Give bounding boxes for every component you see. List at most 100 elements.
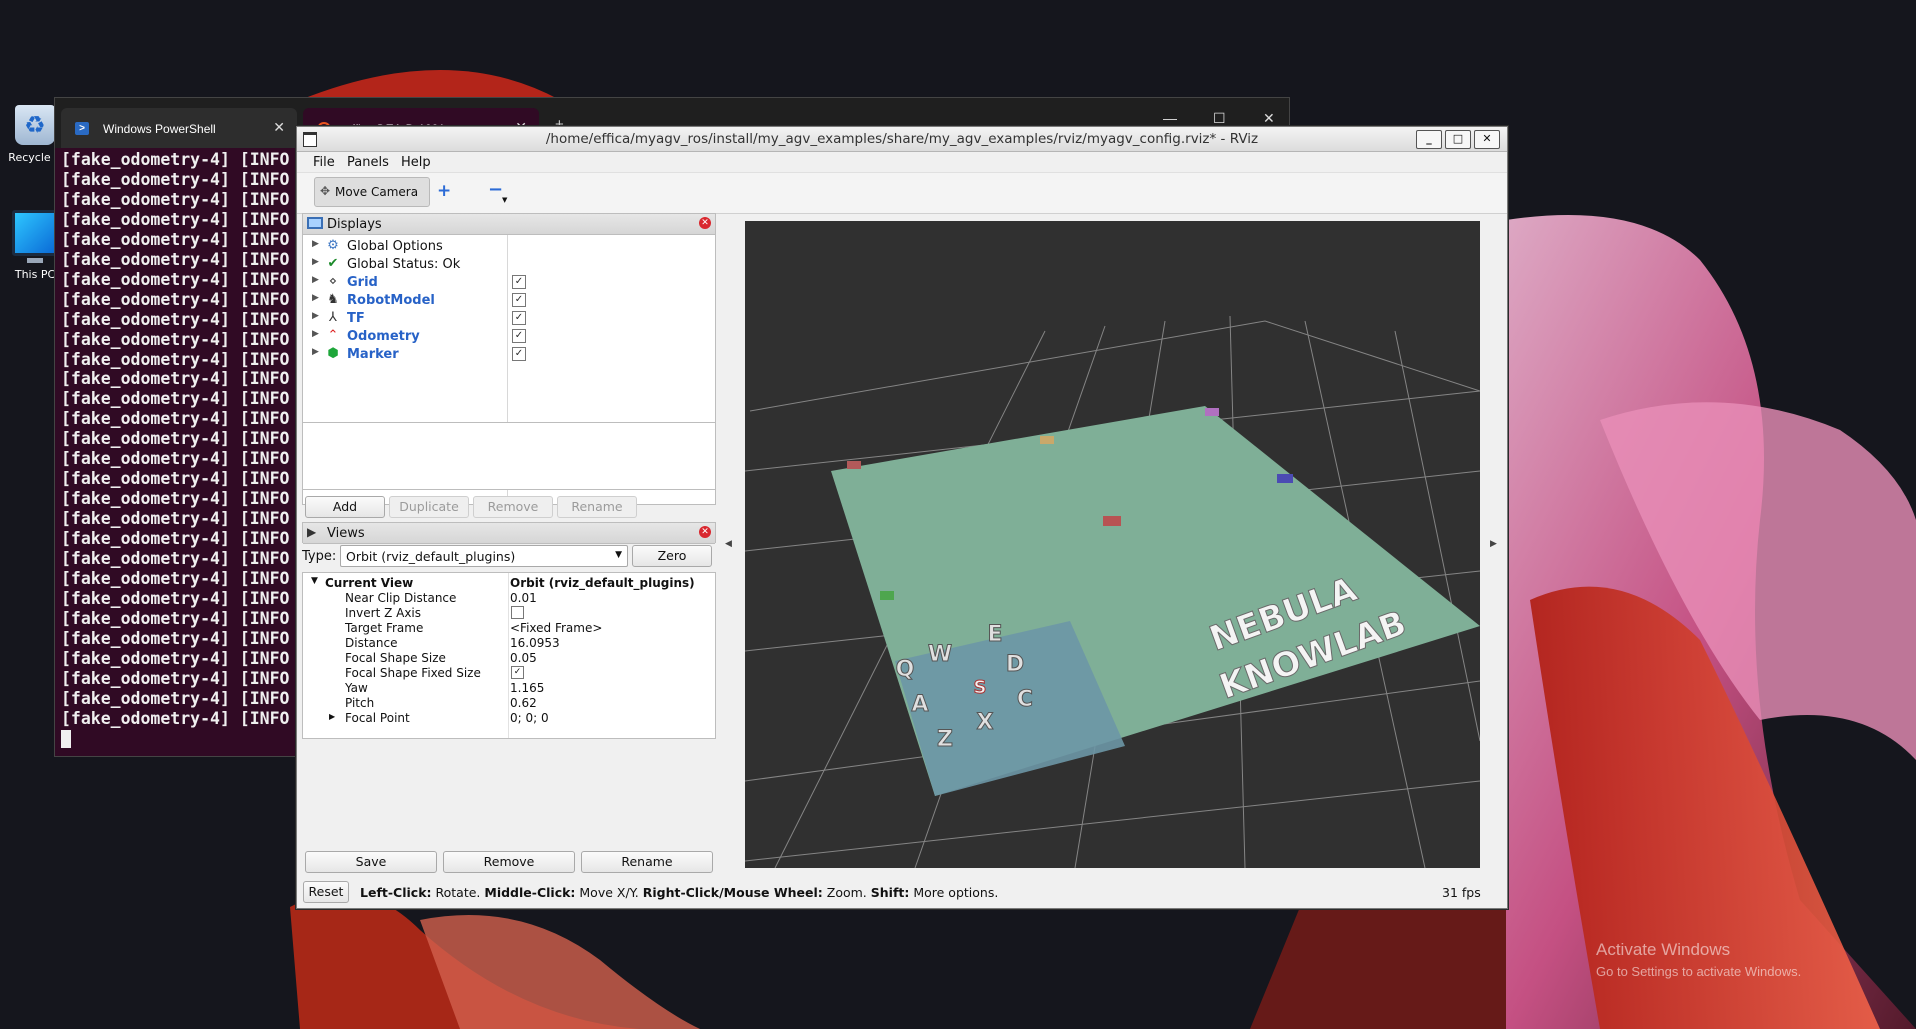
property-focal-point[interactable]: ▶ Focal Point 0; 0; 0 (303, 710, 713, 725)
rviz-close-button[interactable]: ✕ (1474, 130, 1500, 149)
menu-panels[interactable]: Panels (347, 155, 389, 170)
display-enabled-checkbox[interactable]: ✓ (512, 347, 526, 361)
invert-z-axis-checkbox[interactable] (511, 606, 524, 619)
activate-windows-title: Activate Windows (1596, 940, 1731, 959)
display-enabled-checkbox[interactable]: ✓ (512, 293, 526, 307)
move-camera-tool[interactable]: ✥ Move Camera (314, 177, 430, 207)
marker-a: A (911, 692, 928, 717)
property-near-clip-distance[interactable]: Near Clip Distance 0.01 (303, 590, 713, 605)
property-yaw[interactable]: Yaw 1.165 (303, 680, 713, 695)
marker-z: Z (937, 727, 953, 752)
property-value[interactable]: 0.01 (510, 591, 537, 605)
terminal-line: [fake_odometry-4] [INFO (61, 150, 290, 169)
add-display-button[interactable]: Add (305, 496, 385, 518)
view-type-select[interactable]: Orbit (rviz_default_plugins) ▼ (340, 545, 628, 567)
remove-tool-button[interactable]: − (488, 179, 503, 200)
terminal-line: [fake_odometry-4] [INFO (61, 569, 290, 589)
display-item-grid[interactable]: ▶ ⋄ Grid ✓ (303, 273, 713, 291)
property-value[interactable]: 16.0953 (510, 636, 560, 650)
terminal-line: [fake_odometry-4] [INFO (61, 549, 290, 569)
terminal-maximize-button[interactable]: ☐ (1213, 110, 1226, 127)
menu-help[interactable]: Help (401, 155, 431, 170)
save-view-button[interactable]: Save (305, 851, 437, 873)
expand-arrow-icon[interactable]: ▶ (329, 712, 335, 721)
remove-display-button[interactable]: Remove (473, 496, 553, 518)
expand-arrow-icon[interactable]: ▶ (312, 347, 319, 357)
rviz-maximize-button[interactable]: □ (1445, 130, 1471, 149)
property-value[interactable]: 0.05 (510, 651, 537, 665)
display-item-label: Odometry (347, 329, 420, 344)
expand-arrow-icon[interactable]: ▶ (312, 257, 319, 267)
display-item-odometry[interactable]: ▶ ⌃ Odometry ✓ (303, 327, 713, 345)
collapse-arrow-icon[interactable]: ▼ (311, 576, 318, 586)
property-target-frame[interactable]: Target Frame <Fixed Frame> (303, 620, 713, 635)
terminal-minimize-button[interactable]: — (1163, 110, 1177, 126)
property-key: Distance (345, 636, 398, 650)
property-value[interactable]: 0; 0; 0 (510, 711, 549, 725)
scene-3d[interactable]: W A S D Q E Z X C NEBULA KNOWLAB (745, 221, 1480, 868)
expand-arrow-icon[interactable]: ▶ (312, 329, 319, 339)
expand-arrow-icon[interactable]: ▶ (312, 275, 319, 285)
property-invert-z-axis[interactable]: Invert Z Axis (303, 605, 713, 620)
display-item-label: Global Options (347, 239, 443, 254)
display-item-marker[interactable]: ▶ ⬢ Marker ✓ (303, 345, 713, 363)
expand-arrow-icon[interactable]: ▶ (312, 239, 319, 249)
rename-display-button[interactable]: Rename (557, 496, 637, 518)
display-enabled-checkbox[interactable]: ✓ (512, 329, 526, 343)
display-enabled-checkbox[interactable]: ✓ (512, 275, 526, 289)
collapse-right-panel-arrow[interactable]: ▶ (1490, 539, 1497, 549)
terminal-line: [fake_odometry-4] [INFO (61, 588, 290, 608)
focal-shape-fixed-size-checkbox[interactable]: ✓ (511, 666, 524, 679)
display-item-tf[interactable]: ▶ ⅄ TF ✓ (303, 309, 713, 327)
close-icon[interactable]: ✕ (699, 526, 711, 538)
hint-key: Middle-Click: (484, 885, 576, 900)
display-item-robotmodel[interactable]: ▶ ♞ RobotModel ✓ (303, 291, 713, 309)
grid-icon: ⋄ (328, 274, 338, 289)
display-description-box (302, 422, 716, 490)
robot-icon: ♞ (327, 292, 339, 307)
display-item-global-status[interactable]: ▶ ✔ Global Status: Ok (303, 255, 713, 273)
yellow-marker (1040, 436, 1054, 444)
rviz-minimize-button[interactable]: _ (1416, 130, 1442, 149)
terminal-line: [fake_odometry-4] [INFO (61, 349, 290, 369)
property-key: Current View (325, 576, 414, 590)
move-camera-label: Move Camera (335, 185, 419, 199)
terminal-line: [fake_odometry-4] [INFO (61, 189, 290, 209)
expand-arrow-icon[interactable]: ▶ (312, 293, 319, 303)
remove-view-button[interactable]: Remove (443, 851, 575, 873)
display-item-global-options[interactable]: ▶ ⚙ Global Options (303, 237, 713, 255)
terminal-close-button[interactable]: ✕ (1263, 110, 1275, 127)
terminal-output[interactable]: [fake_odometry-4] [INFO [fake_odometry-4]… (61, 150, 289, 749)
property-value[interactable]: 1.165 (510, 681, 544, 695)
chevron-down-icon[interactable]: ▼ (502, 196, 507, 204)
fps-counter: 31 fps (1442, 885, 1481, 900)
zero-view-button[interactable]: Zero (632, 545, 712, 567)
expand-arrow-icon[interactable]: ▶ (312, 311, 319, 321)
property-value[interactable]: <Fixed Frame> (510, 621, 602, 635)
axes-icon: ⅄ (329, 310, 337, 325)
property-key: Pitch (345, 696, 375, 710)
property-focal-shape-fixed-size[interactable]: Focal Shape Fixed Size ✓ (303, 665, 713, 680)
tab-windows-powershell[interactable]: > Windows PowerShell ✕ (61, 108, 297, 148)
center-marker (1103, 516, 1121, 526)
property-focal-shape-size[interactable]: Focal Shape Size 0.05 (303, 650, 713, 665)
current-view-row[interactable]: ▼ Current View Orbit (rviz_default_plugi… (303, 575, 713, 590)
render-viewport[interactable]: W A S D Q E Z X C NEBULA KNOWLAB (745, 221, 1480, 868)
duplicate-display-button[interactable]: Duplicate (389, 496, 469, 518)
property-value[interactable]: 0.62 (510, 696, 537, 710)
rename-view-button[interactable]: Rename (581, 851, 713, 873)
terminal-line: [fake_odometry-4] [INFO (61, 229, 290, 249)
tab-close-icon[interactable]: ✕ (273, 119, 285, 136)
menu-file[interactable]: File (313, 155, 335, 170)
terminal-line: [fake_odometry-4] [INFO (61, 309, 290, 329)
rviz-title-bar[interactable]: /home/effica/myagv_ros/install/my_agv_ex… (297, 127, 1507, 152)
add-tool-button[interactable]: + (437, 181, 451, 201)
close-icon[interactable]: ✕ (699, 217, 711, 229)
reset-button[interactable]: Reset (303, 881, 349, 903)
odometry-icon: ⌃ (327, 328, 339, 343)
collapse-left-panel-arrow[interactable]: ◀ (725, 539, 732, 549)
property-pitch[interactable]: Pitch 0.62 (303, 695, 713, 710)
hint-text: Move X/Y. (575, 885, 643, 900)
display-enabled-checkbox[interactable]: ✓ (512, 311, 526, 325)
property-distance[interactable]: Distance 16.0953 (303, 635, 713, 650)
